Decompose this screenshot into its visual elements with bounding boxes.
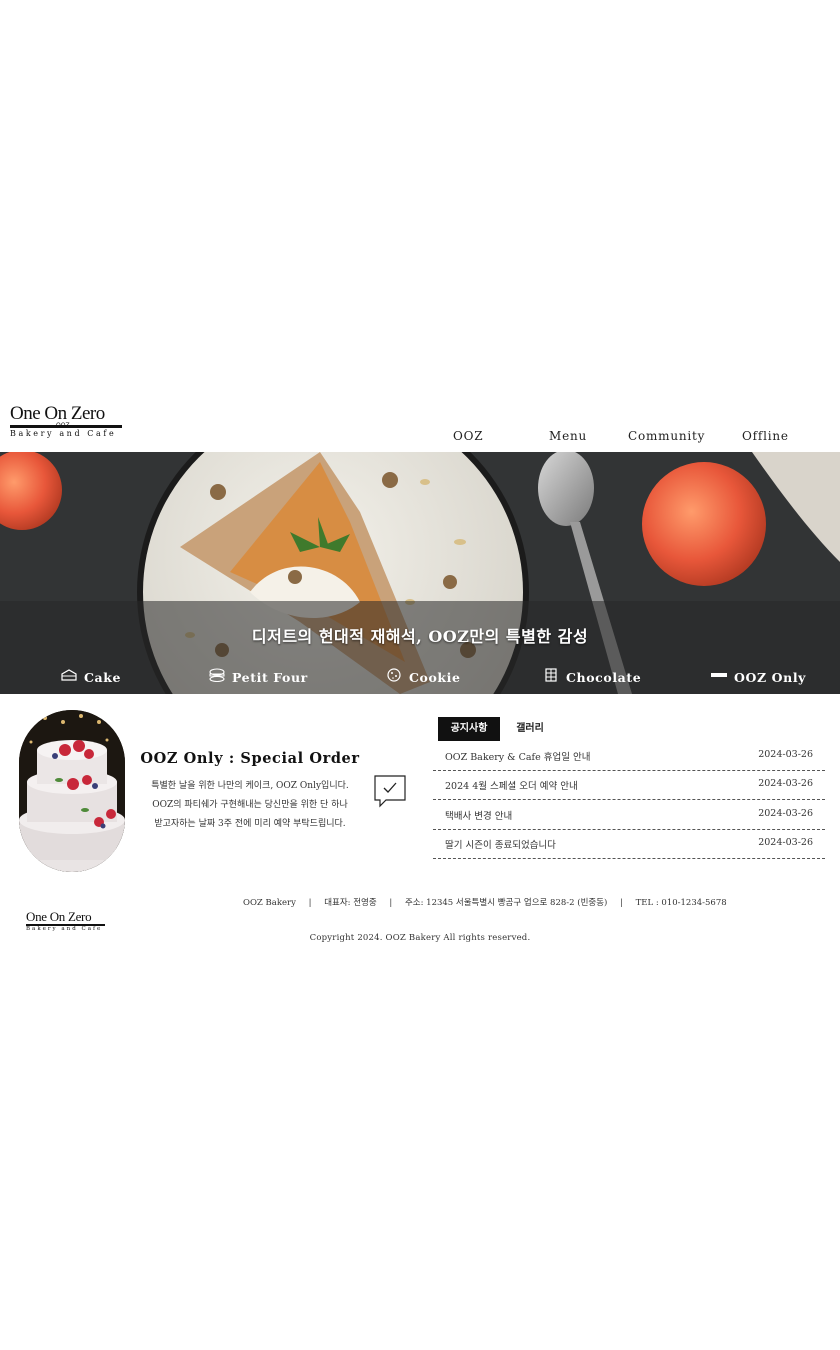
category-chocolate[interactable]: Chocolate: [542, 668, 641, 686]
category-petit-four[interactable]: Petit Four: [208, 668, 308, 686]
special-desc-line: 받고자하는 날짜 3주 전에 미리 예약 부탁드립니다.: [154, 819, 346, 829]
footer-address: 주소: 12345 서울특별시 빵곰구 업으로 828-2 (빈중동): [404, 898, 608, 908]
hero-banner: 디저트의 현대적 재해석, OOZ만의 특별한 감성 Cake Petit Fo…: [0, 452, 840, 694]
footer-separator: |: [389, 898, 393, 908]
special-order-check-button[interactable]: [372, 773, 408, 809]
copyright: Copyright 2024. OOZ Bakery All rights re…: [309, 933, 531, 943]
category-label: Chocolate: [566, 669, 642, 685]
special-order-description: 특별한 날을 위한 나만의 케이크, OOZ Only입니다. OOZ의 파티쉐…: [130, 777, 370, 834]
special-desc-line: OOZ의 파티쉐가 구현해내는 당신만을 위한 단 하나: [152, 800, 348, 810]
macaron-icon: [208, 668, 226, 684]
category-label: OOZ Only: [734, 669, 807, 685]
footer-logo[interactable]: One On Zero Bakery and Cafe: [26, 910, 106, 932]
notice-row[interactable]: 택배사 변경 안내 2024-03-26: [433, 801, 825, 830]
chocolate-icon: [542, 668, 560, 684]
category-ooz-only[interactable]: OOZ Only: [710, 668, 806, 686]
footer-logo-subtitle: Bakery and Cafe: [26, 926, 103, 932]
logo-mark: OOZ: [56, 422, 70, 429]
footer-company: OOZ Bakery: [243, 898, 296, 908]
nav-item-menu[interactable]: Menu: [549, 429, 587, 443]
footer-separator: |: [620, 898, 623, 908]
notice-date: 2024-03-26: [758, 778, 813, 789]
notice-title: OOZ Bakery & Cafe 휴업일 안내: [445, 752, 591, 763]
notice-title: 2024 4월 스페셜 오더 예약 안내: [445, 781, 578, 792]
special-cake-image: [19, 710, 125, 872]
footer-tel: TEL : 010-1234-5678: [635, 898, 727, 908]
category-cake[interactable]: Cake: [60, 668, 121, 686]
cake-icon: [60, 669, 78, 684]
category-label: Cookie: [409, 669, 461, 685]
notice-date: 2024-03-26: [758, 749, 813, 760]
notice-title: 딸기 시즌이 종료되었습니다: [445, 840, 556, 851]
category-label: Petit Four: [232, 669, 308, 685]
tab-notice[interactable]: 공지사항: [438, 717, 500, 741]
notice-title: 택배사 변경 안내: [445, 811, 513, 822]
chat-check-icon: [374, 775, 406, 808]
special-desc-line: 특별한 날을 위한 나만의 케이크, OOZ Only입니다.: [151, 781, 349, 791]
ooz-only-icon: [710, 670, 728, 684]
cookie-icon: [385, 668, 403, 684]
special-order-title: OOZ Only : Special Order: [140, 750, 360, 767]
notice-date: 2024-03-26: [758, 808, 813, 819]
category-cookie[interactable]: Cookie: [385, 668, 461, 686]
footer-ceo: 대표자: 전영중: [324, 898, 377, 908]
notice-row[interactable]: 딸기 시즌이 종료되었습니다 2024-03-26: [433, 830, 825, 859]
footer-info: OOZ Bakery | 대표자: 전영중 | 주소: 12345 서울특별시 …: [243, 896, 727, 910]
tab-gallery[interactable]: 갤러리: [508, 717, 552, 741]
logo-title: One On Zero: [10, 403, 105, 424]
hero-tagline: 디저트의 현대적 재해석, OOZ만의 특별한 감성: [251, 627, 589, 646]
notice-row[interactable]: 2024 4월 스페셜 오더 예약 안내 2024-03-26: [433, 771, 825, 800]
nav-item-ooz[interactable]: OOZ: [453, 429, 483, 443]
nav-item-offline[interactable]: Offline: [742, 429, 789, 443]
notice-row[interactable]: OOZ Bakery & Cafe 휴업일 안내 2024-03-26: [433, 742, 825, 771]
footer-separator: |: [308, 898, 312, 908]
site-header: One On Zero OOZ Bakery and Cafe OOZ Menu…: [0, 400, 840, 452]
nav-item-community[interactable]: Community: [628, 429, 705, 443]
footer-logo-title: One On Zero: [26, 909, 92, 924]
notice-date: 2024-03-26: [758, 837, 813, 848]
category-label: Cake: [84, 669, 122, 685]
main-nav: OOZ Menu Community Offline: [0, 429, 840, 445]
